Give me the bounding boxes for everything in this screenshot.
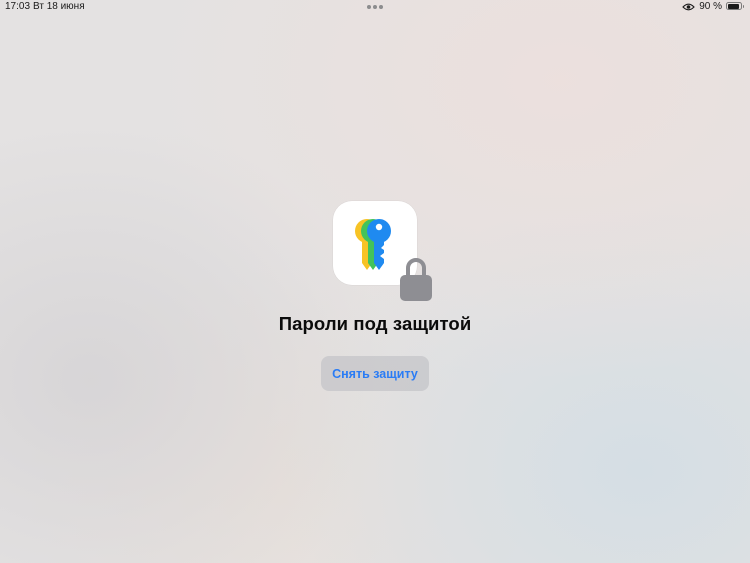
status-right-group: 90 % — [682, 1, 745, 12]
status-time: 17:03 — [5, 1, 31, 12]
page-title: Пароли под защитой — [278, 313, 472, 334]
lock-icon — [399, 256, 433, 302]
multitasking-menu-icon[interactable] — [367, 5, 383, 9]
vpn-icon — [682, 3, 695, 11]
unlock-button[interactable]: Снять защиту — [321, 356, 429, 391]
status-date: Вт 18 июня — [33, 1, 85, 12]
status-bar: 17:03 Вт 18 июня 90 % — [0, 0, 750, 14]
battery-icon — [726, 2, 745, 11]
battery-percent: 90 % — [699, 1, 722, 12]
